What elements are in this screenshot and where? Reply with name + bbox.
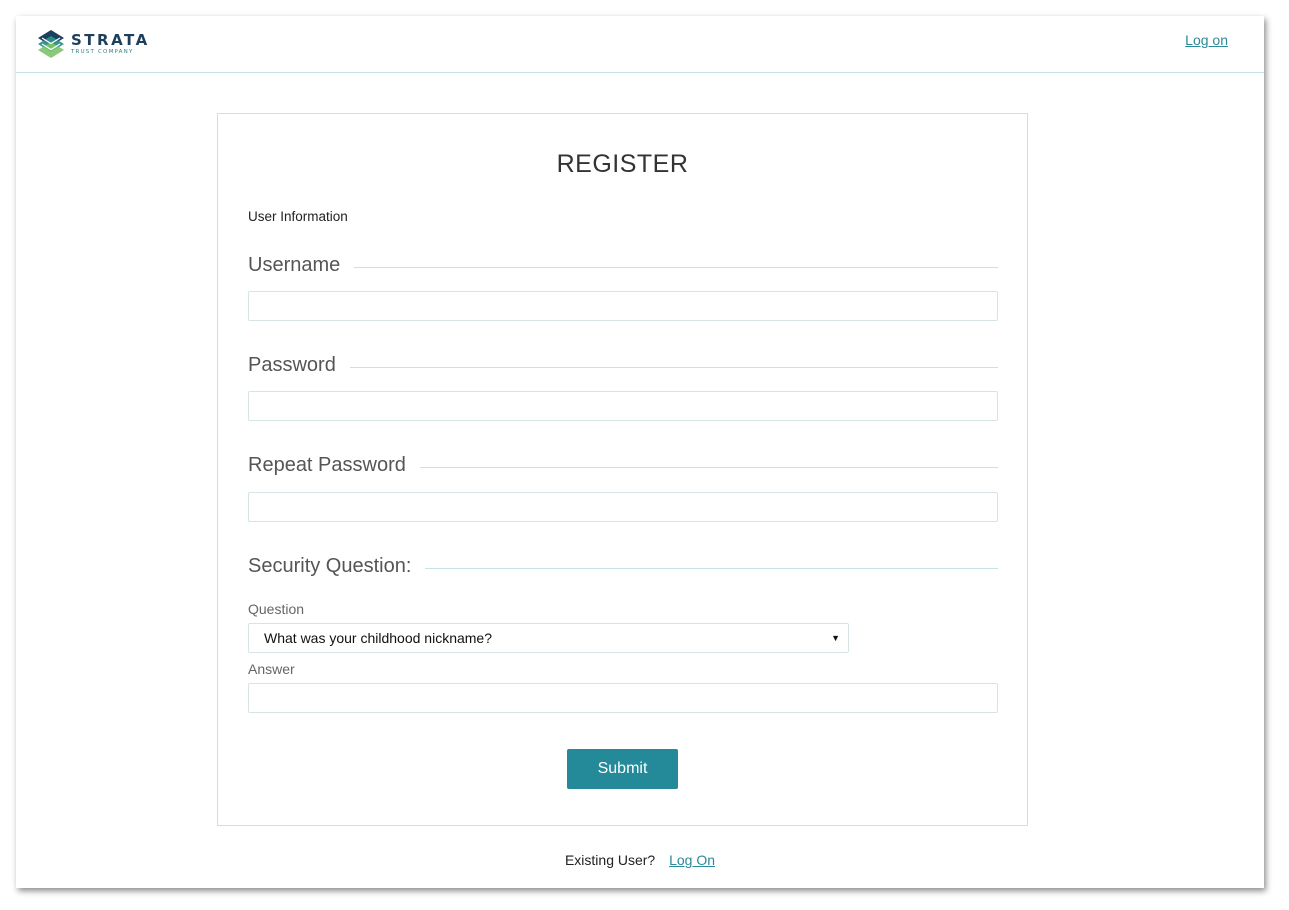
browser-page: STRATA TRUST COMPANY Log on REGISTER Use… [16,16,1264,888]
logo-name: STRATA [71,30,150,49]
security-question-select[interactable]: What was your childhood nickname? ▼ [248,623,849,653]
password-label: Password [248,353,336,376]
existing-user-text: Existing User? [564,852,656,868]
register-card: REGISTER User Information Username Passw… [217,113,1028,826]
footer-log-on-link[interactable]: Log On [669,852,715,868]
strata-logo[interactable]: STRATA TRUST COMPANY [36,27,150,61]
security-question-label: Security Question: [248,554,412,577]
repeat-password-heading: Repeat Password [248,450,998,480]
password-heading: Password [248,350,998,380]
divider-line [349,366,998,368]
header-log-on-link[interactable]: Log on [1185,32,1228,48]
user-information-label: User Information [248,209,348,224]
answer-label: Answer [248,661,295,677]
repeat-password-input[interactable] [248,492,998,522]
username-label: Username [248,253,341,276]
submit-button[interactable]: Submit [567,749,678,789]
password-input[interactable] [248,391,998,421]
dropdown-arrow-icon: ▼ [831,633,840,643]
divider-line [425,567,998,569]
security-question-heading: Security Question: [248,551,998,581]
top-navigation-bar: STRATA TRUST COMPANY Log on [16,16,1264,73]
logo-wordmark: STRATA TRUST COMPANY [71,30,150,56]
footer: Existing User? Log On [16,852,1264,868]
repeat-password-label: Repeat Password [248,453,406,476]
strata-logo-icon [38,30,64,58]
answer-input[interactable] [248,683,998,713]
divider-line [354,266,998,268]
selected-question: What was your childhood nickname? [264,630,493,646]
logo-subtitle: TRUST COMPANY [71,48,134,55]
username-input[interactable] [248,291,998,321]
divider-line [419,466,998,468]
question-label: Question [248,601,305,617]
username-heading: Username [248,250,998,280]
page-title: REGISTER [556,150,689,178]
